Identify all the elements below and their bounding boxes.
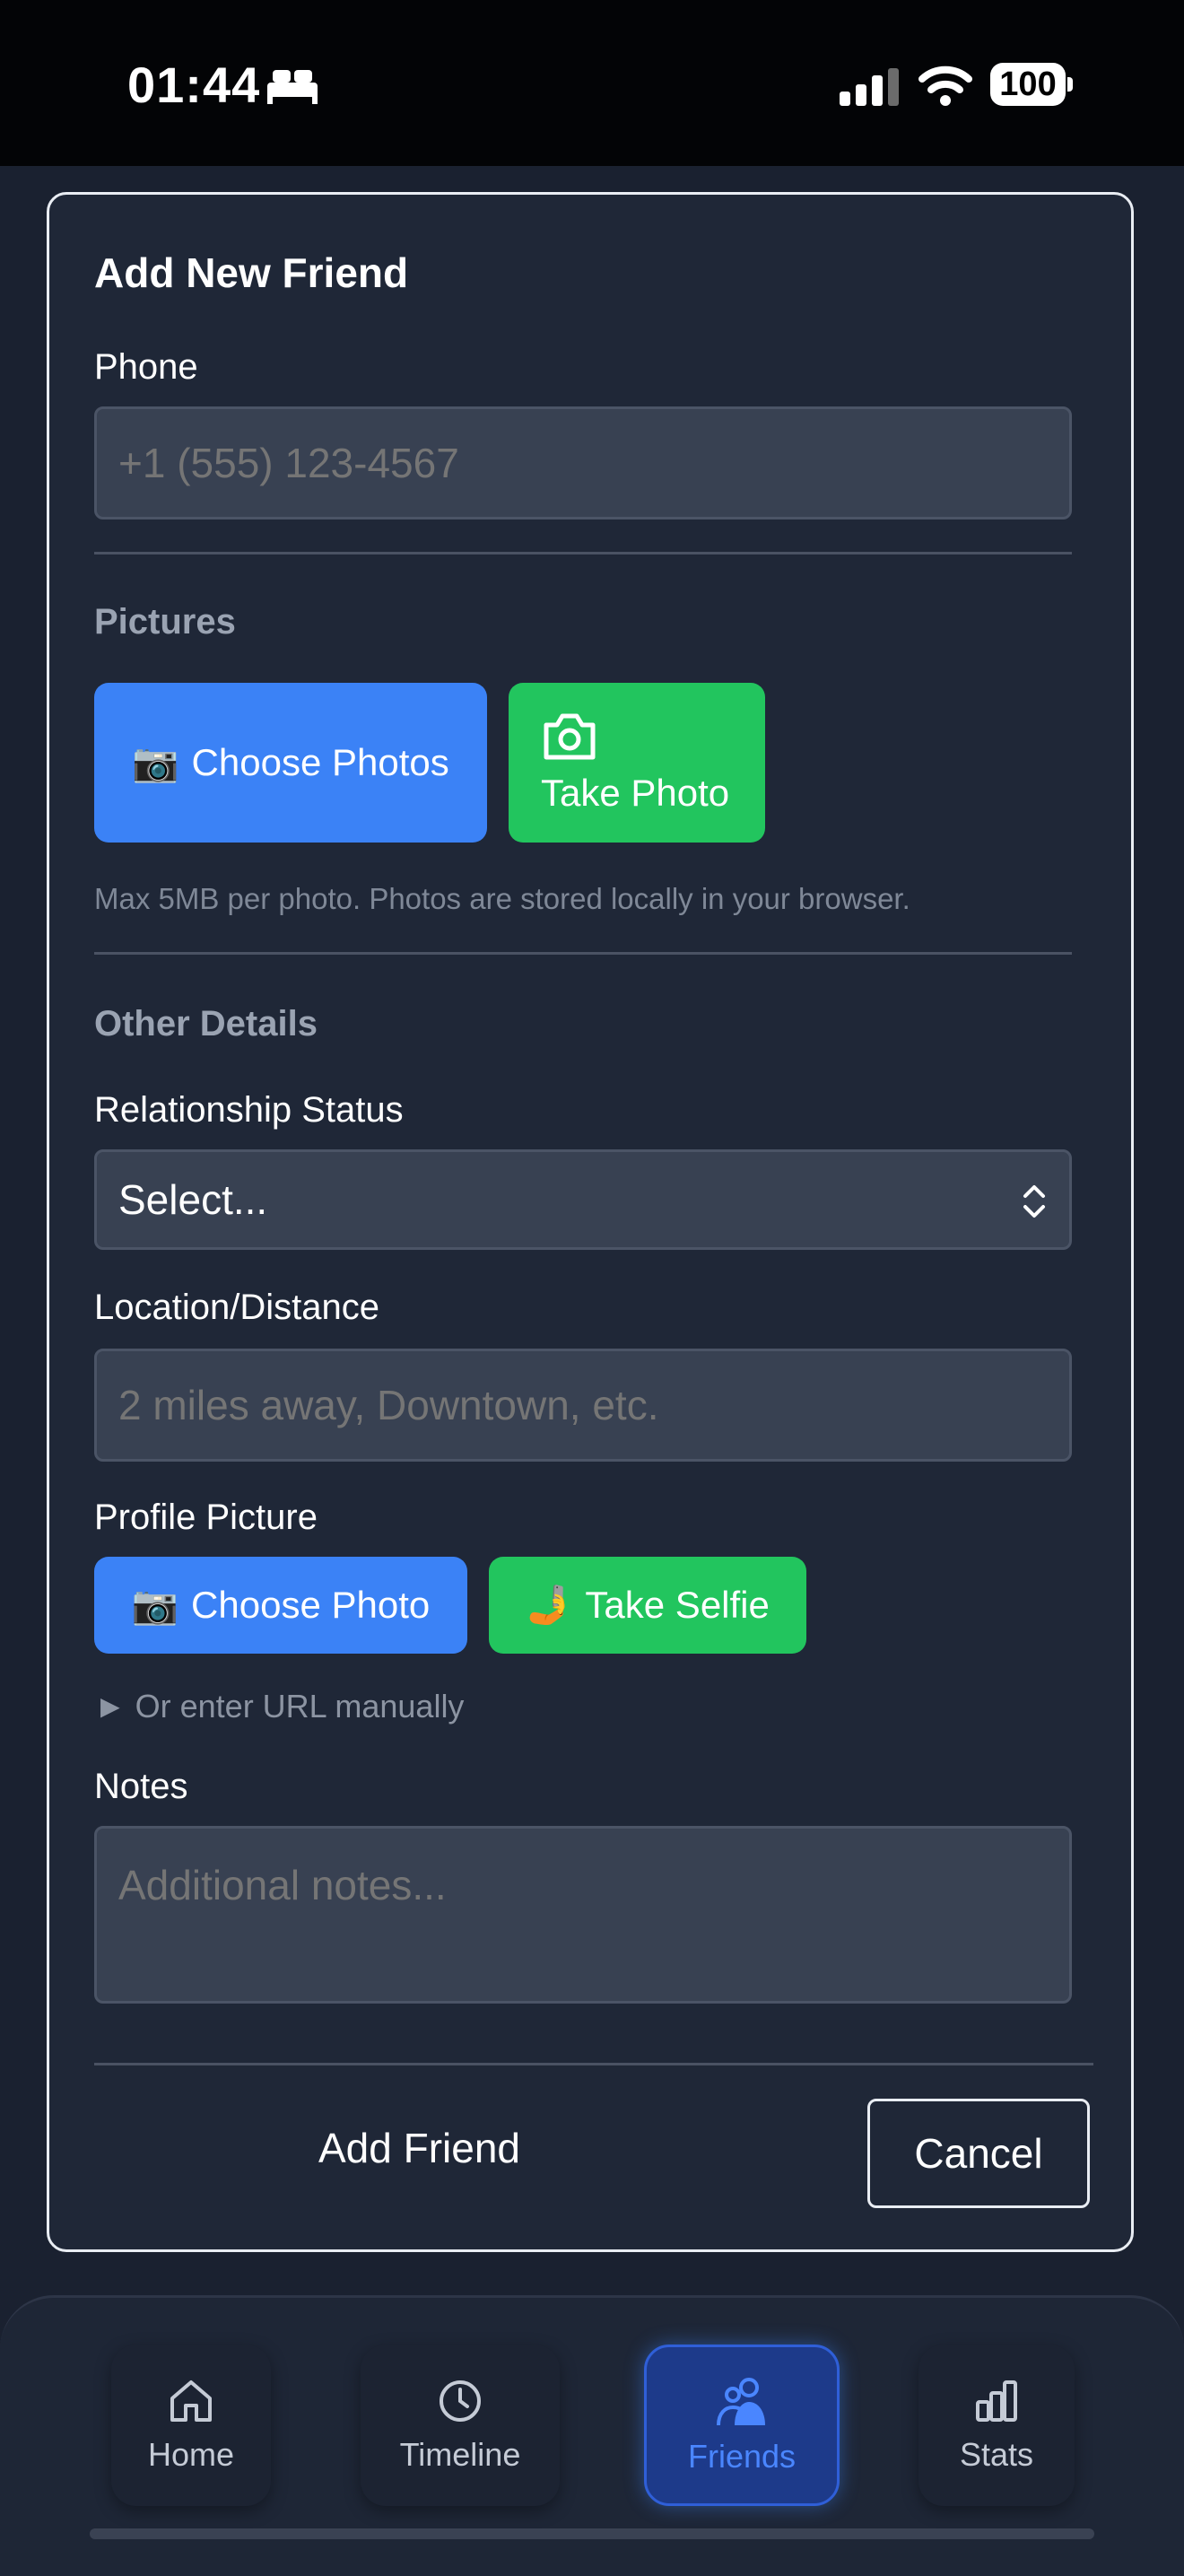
form-title: Add New Friend [94, 249, 409, 296]
take-selfie-label: Take Selfie [585, 1584, 770, 1626]
status-bar: 01:44 100 [0, 0, 1184, 166]
pictures-section-label: Pictures [94, 602, 236, 642]
phone-label: Phone [94, 347, 198, 387]
cancel-button[interactable]: Cancel [867, 2099, 1090, 2208]
nav-item-stats[interactable]: Stats [918, 2345, 1075, 2506]
manual-url-toggle[interactable]: ► Or enter URL manually [94, 1688, 464, 1725]
relationship-status-select[interactable]: Select... [94, 1149, 1072, 1250]
location-label: Location/Distance [94, 1288, 379, 1327]
nav-label-friends: Friends [687, 2438, 797, 2475]
choose-photos-label: Choose Photos [191, 741, 449, 783]
home-indicator [90, 2528, 1094, 2539]
bar-chart-icon [976, 2380, 1017, 2422]
add-friend-form: Add New Friend Phone Pictures 📷 Choose P… [47, 192, 1134, 2252]
camera-emoji-icon: 📷 [132, 740, 179, 783]
camera-icon [544, 713, 596, 760]
nav-label-timeline: Timeline [399, 2436, 521, 2473]
nav-item-timeline[interactable]: Timeline [361, 2345, 560, 2506]
camera-emoji-icon: 📷 [131, 1583, 179, 1626]
add-friend-button[interactable]: Add Friend [318, 2124, 520, 2172]
choose-photo-label: Choose Photo [191, 1584, 431, 1626]
friends-icon [717, 2378, 765, 2426]
battery-indicator: 100 [990, 63, 1066, 106]
chevron-updown-icon [1023, 1185, 1045, 1218]
divider [94, 952, 1072, 955]
choose-photo-button[interactable]: 📷 Choose Photo [94, 1557, 467, 1654]
nav-item-friends[interactable]: Friends [644, 2345, 840, 2506]
nav-label-stats: Stats [959, 2436, 1034, 2473]
choose-photos-button[interactable]: 📷 Choose Photos [94, 683, 487, 843]
battery-nub [1067, 77, 1073, 92]
actions-divider [94, 2063, 1093, 2065]
relationship-status-label: Relationship Status [94, 1090, 404, 1130]
nav-item-home[interactable]: Home [111, 2345, 271, 2506]
phone-input[interactable] [94, 406, 1072, 520]
clock-icon [440, 2380, 481, 2422]
take-photo-label: Take Photo [541, 772, 730, 814]
take-photo-button[interactable]: Take Photo [509, 683, 765, 843]
location-input[interactable] [94, 1349, 1072, 1462]
nav-label-home: Home [147, 2436, 235, 2473]
take-selfie-button[interactable]: 🤳 Take Selfie [489, 1557, 806, 1654]
wifi-icon [918, 65, 972, 106]
cellular-signal-icon [840, 68, 899, 106]
notes-textarea[interactable] [94, 1826, 1072, 2004]
other-details-section-label: Other Details [94, 1004, 318, 1043]
profile-picture-label: Profile Picture [94, 1498, 318, 1537]
relationship-status-value: Select... [118, 1176, 268, 1223]
photo-size-hint: Max 5MB per photo. Photos are stored loc… [94, 882, 910, 915]
bed-icon [267, 70, 318, 104]
home-icon [170, 2380, 212, 2422]
notes-label: Notes [94, 1767, 188, 1806]
selfie-icon: 🤳 [526, 1583, 573, 1626]
divider [94, 552, 1072, 554]
status-time: 01:44 [127, 57, 261, 113]
